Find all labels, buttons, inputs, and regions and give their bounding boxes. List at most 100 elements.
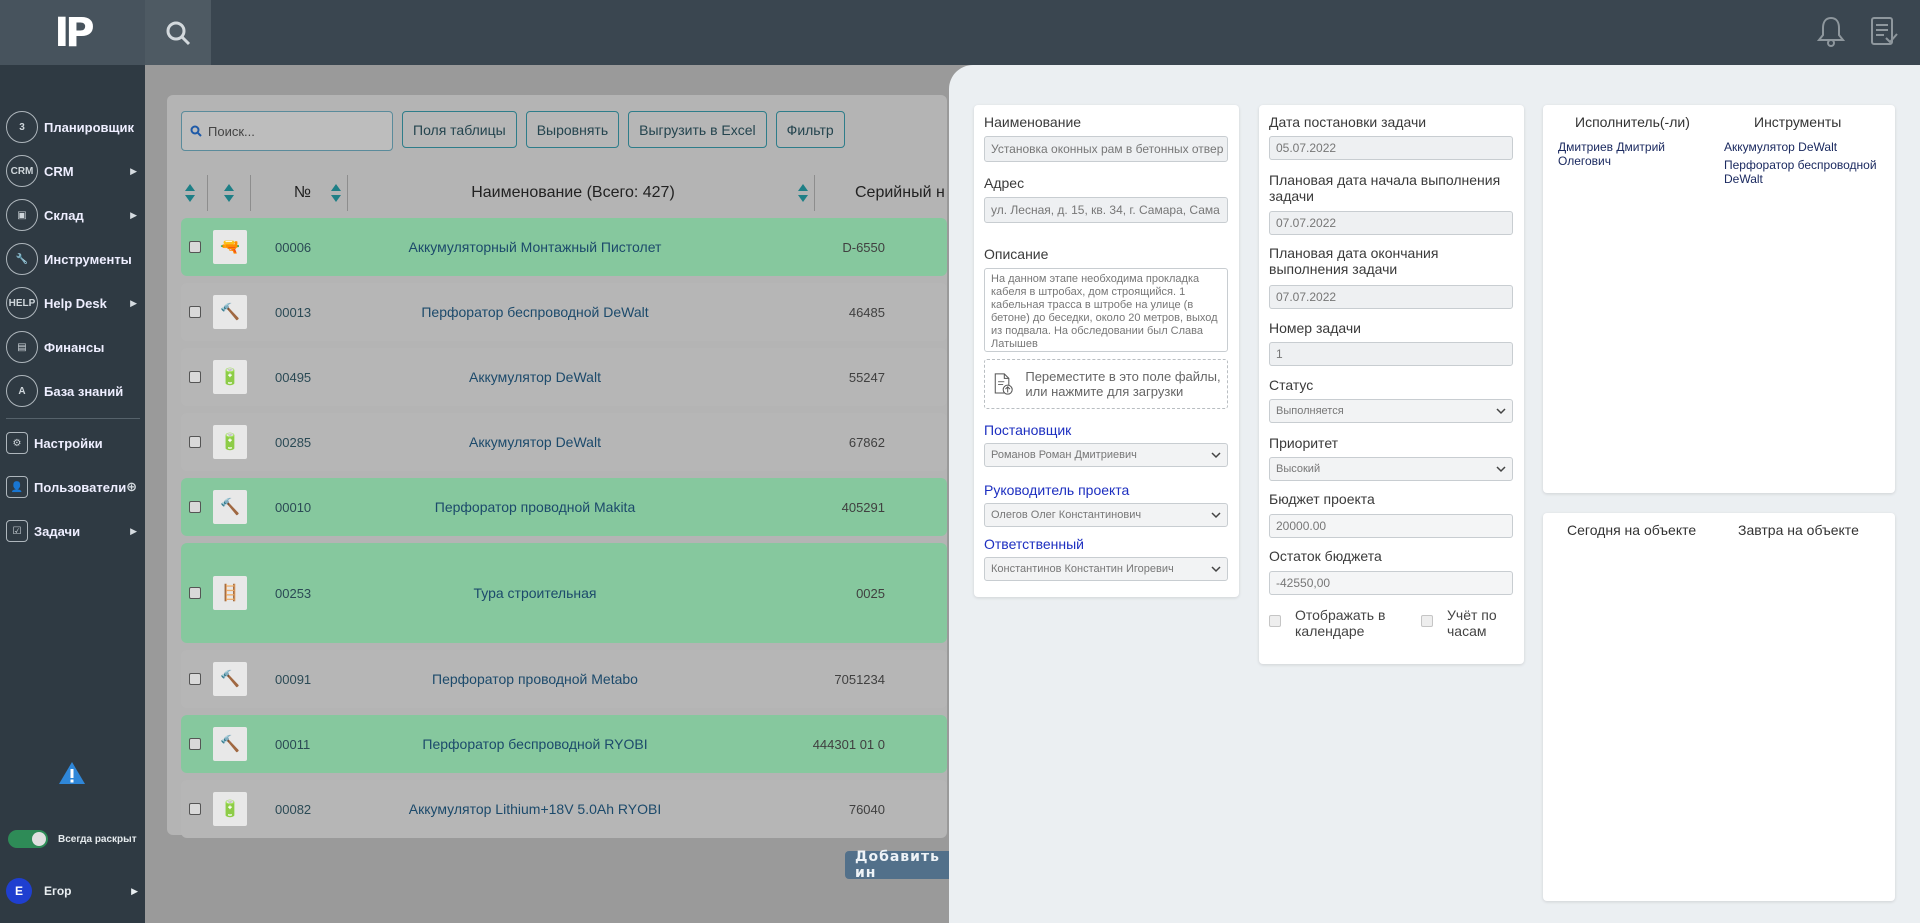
row-name[interactable]: Аккумуляторный Монтажный Пистолет — [335, 239, 735, 255]
budget-remain-label: Остаток бюджета — [1269, 548, 1382, 564]
add-circle-icon[interactable]: ⊕ — [126, 479, 137, 495]
table-search-input[interactable]: Поиск... — [181, 111, 393, 151]
table-row[interactable]: 🔨 00010 Перфоратор проводной Makita 405291 — [181, 478, 947, 536]
sort-icon[interactable] — [224, 184, 234, 202]
row-serial: D-6550 — [842, 239, 885, 255]
filter-button[interactable]: Фильтр — [775, 111, 845, 148]
search-icon[interactable] — [145, 0, 211, 65]
table-row[interactable]: 🔋 00082 Аккумулятор Lithium+18V 5.0Ah RYOB… — [181, 780, 947, 838]
table-fields-button[interactable]: Поля таблицы — [402, 111, 517, 148]
sidebar-item-tools[interactable]: 🔧 Инструменты — [0, 239, 145, 279]
sidebar-item-knowledge[interactable]: A База знаний — [0, 371, 145, 411]
row-checkbox[interactable] — [189, 803, 201, 815]
row-name[interactable]: Аккумулятор DeWalt — [335, 434, 735, 450]
report-icon[interactable] — [1866, 14, 1900, 48]
warning-icon[interactable] — [58, 760, 86, 786]
tools-icon: 🔧 — [6, 243, 38, 275]
table-row[interactable]: 🔨 00011 Перфоратор беспроводной RYOBI 44430… — [181, 715, 947, 773]
description-textarea[interactable]: На данном этапе необходима прокладка каб… — [984, 268, 1228, 352]
budget-remain-input[interactable]: -42550,00 — [1269, 571, 1513, 595]
row-name[interactable]: Перфоратор беспроводной DeWalt — [335, 304, 735, 320]
address-input[interactable]: ул. Лесная, д. 15, кв. 34, г. Самара, Са… — [984, 197, 1228, 223]
row-checkbox[interactable] — [189, 738, 201, 750]
sidebar-item-warehouse[interactable]: ▣ Склад ▶ — [0, 195, 145, 235]
responsible-select[interactable]: Константинов Константин Игоревич — [984, 557, 1228, 581]
chevron-down-icon — [1211, 452, 1221, 459]
task-main-card: Наименование Установка оконных рам в бет… — [974, 105, 1239, 597]
table-header: № Наименование (Всего: 427) Серийный н — [181, 175, 947, 211]
row-number: 00006 — [275, 239, 312, 255]
executor-name[interactable]: Дмитриев Дмитрий Олегович — [1558, 140, 1678, 168]
bell-icon[interactable] — [1814, 14, 1848, 48]
row-name[interactable]: Перфоратор проводной Metabo — [335, 671, 735, 687]
dropzone-text: Переместите в это поле файлы, или нажмит… — [1025, 369, 1221, 399]
budget-input[interactable]: 20000.00 — [1269, 514, 1513, 538]
sort-icon[interactable] — [185, 184, 195, 202]
tool-thumbnail: 🔨 — [213, 490, 247, 524]
row-checkbox[interactable] — [189, 306, 201, 318]
row-checkbox[interactable] — [189, 501, 201, 513]
row-checkbox[interactable] — [189, 673, 201, 685]
sidebar-item-tasks[interactable]: ☑ Задачи ▶ — [0, 511, 145, 551]
column-header-name: Наименование (Всего: 427) — [471, 184, 675, 201]
row-name[interactable]: Аккумулятор Lithium+18V 5.0Ah RYOBI — [335, 801, 735, 817]
column-header-num: № — [293, 184, 311, 201]
export-excel-button[interactable]: Выгрузить в Excel — [628, 111, 767, 148]
row-name[interactable]: Тура строительная — [335, 585, 735, 601]
row-number: 00285 — [275, 434, 312, 450]
name-input[interactable]: Установка оконных рам в бетонных отвер — [984, 136, 1228, 162]
priority-select[interactable]: Высокий — [1269, 457, 1513, 481]
chevron-right-icon: ▶ — [130, 165, 137, 176]
row-checkbox[interactable] — [189, 436, 201, 448]
setter-label[interactable]: Постановщик — [984, 422, 1071, 438]
end-date-input[interactable]: 07.07.2022 — [1269, 285, 1513, 309]
row-name[interactable]: Перфоратор беспроводной RYOBI — [335, 736, 735, 752]
align-button[interactable]: Выровнять — [525, 111, 620, 148]
helpdesk-icon: HELP — [6, 287, 38, 319]
sidebar-item-users[interactable]: 👤 Пользователи ⊕ — [0, 467, 145, 507]
table-row[interactable]: 🔨 00091 Перфоратор проводной Metabo 7051234 — [181, 650, 947, 708]
on-site-card: Сегодня на объекте Завтра на объекте — [1543, 513, 1895, 901]
sort-icon[interactable] — [331, 184, 341, 202]
checkbox[interactable] — [1421, 615, 1433, 627]
file-dropzone[interactable]: Переместите в это поле файлы, или нажмит… — [984, 359, 1228, 409]
task-number-input[interactable]: 1 — [1269, 342, 1513, 366]
knowledge-icon: A — [6, 375, 38, 407]
table-row[interactable]: 🔨 00013 Перфоратор беспроводной DeWalt 4648… — [181, 283, 947, 341]
sidebar-item-helpdesk[interactable]: HELP Help Desk ▶ — [0, 283, 145, 323]
responsible-label[interactable]: Ответственный — [984, 536, 1084, 552]
setter-select[interactable]: Романов Роман Дмитриевич — [984, 443, 1228, 467]
project-manager-select[interactable]: Олегов Олег Константинович — [984, 503, 1228, 527]
tool-item[interactable]: Перфоратор беспроводной DeWalt — [1724, 158, 1884, 186]
tool-item[interactable]: Аккумулятор DeWalt — [1724, 140, 1884, 154]
always-open-toggle[interactable] — [8, 830, 48, 848]
sidebar-item-crm[interactable]: CRM CRM ▶ — [0, 151, 145, 191]
row-checkbox[interactable] — [189, 587, 201, 599]
start-date-input[interactable]: 07.07.2022 — [1269, 211, 1513, 235]
row-checkbox[interactable] — [189, 371, 201, 383]
sidebar-item-planner[interactable]: 3 Планировщик — [0, 107, 145, 147]
status-select[interactable]: Выполняется — [1269, 399, 1513, 423]
address-label: Адрес — [984, 175, 1025, 191]
date-set-input[interactable]: 05.07.2022 — [1269, 136, 1513, 160]
sidebar-item-settings[interactable]: ⚙ Настройки — [0, 423, 145, 463]
sort-icon[interactable] — [798, 184, 808, 202]
user-menu[interactable]: E Егор ▶ — [6, 878, 140, 904]
checkbox[interactable] — [1269, 615, 1281, 627]
project-manager-label[interactable]: Руководитель проекта — [984, 482, 1129, 498]
sidebar-item-finance[interactable]: ▤ Финансы — [0, 327, 145, 367]
description-label: Описание — [984, 246, 1049, 262]
table-row[interactable]: 🔋 00495 Аккумулятор DeWalt 55247 — [181, 348, 947, 406]
row-name[interactable]: Перфоратор проводной Makita — [335, 499, 735, 515]
app-logo[interactable]: IP — [0, 0, 145, 65]
table-row[interactable]: 🪜 00253 Тура строительная 0025 — [181, 543, 947, 643]
hours-tracking-checkbox[interactable]: Учёт по часам — [1421, 607, 1521, 639]
add-tool-button[interactable]: Добавить ин — [845, 849, 955, 881]
show-in-calendar-checkbox[interactable]: Отображать в календаре — [1269, 607, 1409, 639]
table-row[interactable]: 🔫 00006 Аккумуляторный Монтажный Пистолет D… — [181, 218, 947, 276]
table-row[interactable]: 🔋 00285 Аккумулятор DeWalt 67862 — [181, 413, 947, 471]
priority-label: Приоритет — [1269, 435, 1339, 451]
row-checkbox[interactable] — [189, 241, 201, 253]
row-name[interactable]: Аккумулятор DeWalt — [335, 369, 735, 385]
warehouse-icon: ▣ — [6, 199, 38, 231]
